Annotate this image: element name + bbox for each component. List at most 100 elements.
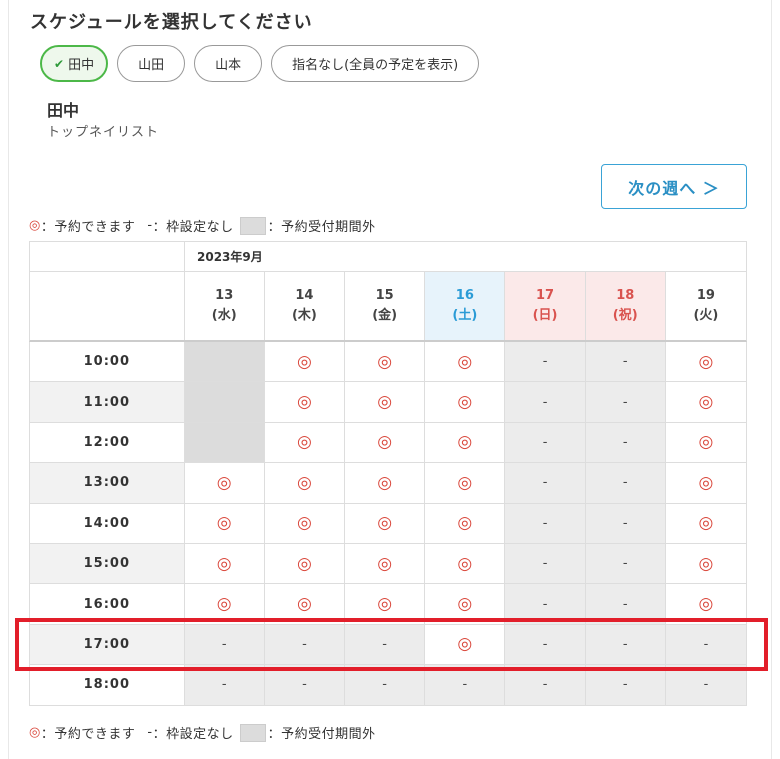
time-label: 14:00 [30,503,185,543]
staff-tab-label: 山本 [215,58,242,73]
panel-border-left [8,0,9,759]
slot-unset: - [585,463,666,503]
time-row: 16:00 ◎ ◎ ◎ ◎ - - ◎ [29,584,747,625]
slot-available[interactable]: ◎ [265,544,346,584]
staff-tab-yamada[interactable]: 山田 [117,45,186,82]
day-date: 17 [535,288,555,303]
slot-available[interactable]: ◎ [185,544,265,584]
staff-tab-label: 田中 [68,58,95,73]
slot-available[interactable]: ◎ [666,504,746,543]
slot-unset: - [585,624,666,665]
day-header-13: 13 (水) [185,272,265,340]
slot-available[interactable]: ◎ [265,463,346,503]
slot-unset: - [585,544,666,584]
slot-unset: - [345,665,426,705]
day-weekday: (日) [532,308,558,323]
slot-outside-period [184,342,265,382]
staff-tab-no-preference[interactable]: 指名なし(全員の予定を表示) [271,45,480,82]
day-date: 19 [696,288,715,303]
staff-tabs: ✔ 田中 山田 山本 指名なし(全員の予定を表示) [40,45,480,82]
slot-available[interactable]: ◎ [666,382,746,421]
slot-outside-period [184,382,265,422]
slot-available[interactable]: ◎ [666,342,746,381]
slot-unset: - [505,463,586,503]
selected-staff-role: トップネイリスト [47,125,160,140]
month-label: 2023年9月 [197,250,263,264]
slot-available[interactable]: ◎ [666,423,746,462]
slot-available[interactable]: ◎ [345,422,426,463]
slot-available[interactable]: ◎ [265,503,346,543]
time-label: 13:00 [30,463,185,503]
slot-unset: - [264,665,346,705]
next-week-button[interactable]: 次の週へ ＞ [601,164,747,209]
slot-available[interactable]: ◎ [345,503,426,543]
time-label: 15:00 [30,544,185,584]
slot-available[interactable]: ◎ [265,422,346,463]
slot-available[interactable]: ◎ [345,382,426,422]
slot-available[interactable]: ◎ [425,463,506,503]
slot-unset: - [505,544,586,584]
day-weekday: (木) [291,308,317,323]
time-label: 11:00 [30,382,185,422]
slot-available[interactable]: ◎ [265,382,346,422]
month-header-row: 2023年9月 [29,241,747,272]
slot-unset: - [505,665,586,705]
day-header-17: 17 (日) [505,272,586,340]
time-row: 14:00 ◎ ◎ ◎ ◎ - - ◎ [29,503,747,544]
time-row: 12:00 ◎ ◎ ◎ - - ◎ [29,422,747,464]
day-date: 18 [616,288,635,303]
legend-available-text: ：予約できます [40,220,136,235]
outside-period-swatch [239,723,266,742]
slot-unset: - [184,665,265,705]
slot-available[interactable]: ◎ [265,342,346,382]
slot-available[interactable]: ◎ [425,382,506,422]
time-label: 17:00 [30,624,185,665]
slot-unset: - [505,584,586,624]
slot-unset: - [505,624,586,665]
day-header-19: 19 (火) [666,272,746,340]
slot-available[interactable]: ◎ [425,422,506,463]
day-date: 16 [455,288,474,303]
slot-available[interactable]: ◎ [425,624,506,665]
slot-unset: - [184,624,265,665]
slot-unset: - [585,382,666,422]
slot-available[interactable]: ◎ [345,463,426,503]
slot-available[interactable]: ◎ [345,584,426,624]
time-label: 12:00 [30,422,185,463]
slot-available[interactable]: ◎ [425,342,506,382]
slot-unset: - [585,584,666,624]
staff-tab-yamamoto[interactable]: 山本 [194,45,263,82]
available-mark: ◎ [29,725,41,740]
slot-available[interactable]: ◎ [345,544,426,584]
slot-available[interactable]: ◎ [666,584,746,623]
day-weekday: (祝) [612,308,638,323]
staff-tab-tanaka[interactable]: ✔ 田中 [40,45,109,82]
time-header-cell [30,272,185,340]
day-date: 13 [215,288,234,303]
slot-unset: - [425,665,506,705]
slot-unset: - [505,382,586,422]
time-label: 10:00 [30,342,185,382]
slot-available[interactable]: ◎ [185,503,265,543]
time-row: 18:00- - - - - - - [29,665,747,706]
slot-available[interactable]: ◎ [185,463,265,503]
slot-available[interactable]: ◎ [185,584,265,624]
legend-bottom: ◎ ：予約できます - ：枠設定なし ：予約受付期間外 [29,723,376,742]
slot-unset: - [264,624,346,665]
slot-available[interactable]: ◎ [425,584,506,624]
slot-available[interactable]: ◎ [345,342,426,382]
schedule-table: 2023年9月 13 (水) 14 (木) 15 (金) 16 (土) 17 (日) 18 (祝) 19… [29,241,747,706]
slot-available[interactable]: ◎ [666,463,746,502]
slot-unset: - [665,665,747,705]
day-weekday: (水) [211,308,237,323]
day-date: 14 [295,288,314,303]
day-header-18: 18 (祝) [585,272,666,340]
slot-available[interactable]: ◎ [666,544,746,583]
slot-available[interactable]: ◎ [265,584,346,624]
staff-tab-label: 山田 [138,58,165,73]
slot-unset: - [585,665,666,705]
slot-available[interactable]: ◎ [425,544,506,584]
slot-available[interactable]: ◎ [425,503,506,543]
available-mark: ◎ [29,218,41,233]
day-date: 15 [375,288,394,303]
